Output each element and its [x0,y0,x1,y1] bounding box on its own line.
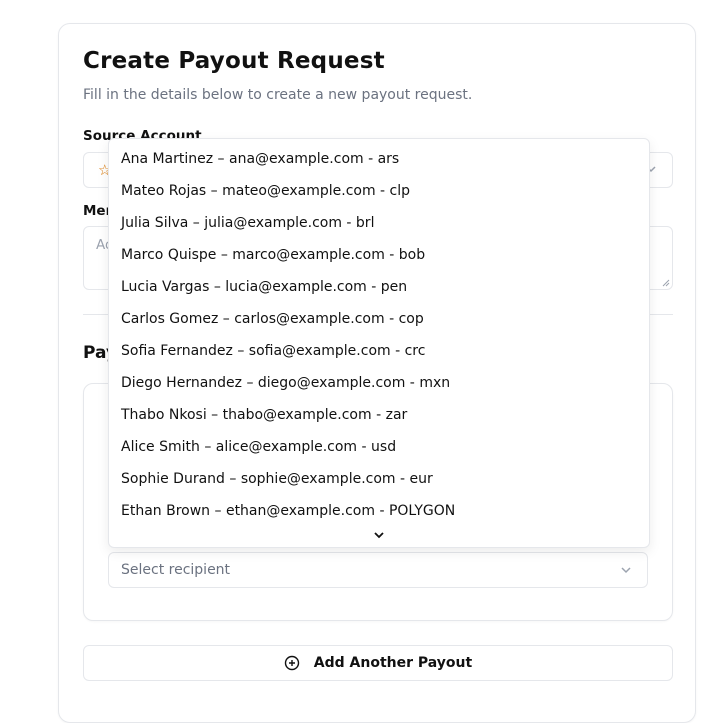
chevron-down-icon [621,567,631,574]
add-another-payout-button[interactable]: Add Another Payout [83,645,673,681]
add-another-payout-label: Add Another Payout [313,655,473,671]
recipient-option[interactable]: Ethan Brown – ethan@example.com - POLYGO… [121,497,455,525]
recipient-select[interactable]: Select recipient [108,552,648,588]
recipient-option[interactable]: Thabo Nkosi – thabo@example.com - zar [121,401,407,429]
recipient-option[interactable]: Diego Hernandez – diego@example.com - mx… [121,369,450,397]
recipient-option[interactable]: Julia Silva – julia@example.com - brl [121,209,374,237]
scroll-down-chevron-icon[interactable] [372,528,386,542]
recipient-option[interactable]: Sophie Durand – sophie@example.com - eur [121,465,433,493]
plus-circle-icon [284,655,299,671]
recipient-option[interactable]: Ana Martinez – ana@example.com - ars [121,145,399,173]
recipient-option[interactable]: Marco Quispe – marco@example.com - bob [121,241,425,269]
recipient-placeholder: Select recipient [121,562,231,578]
page-title: Create Payout Request [83,48,385,74]
recipient-dropdown-list[interactable]: Ana Martinez – ana@example.com - ars Mat… [108,138,650,548]
recipient-option[interactable]: Carlos Gomez – carlos@example.com - cop [121,305,424,333]
recipient-option[interactable]: Mateo Rojas – mateo@example.com - clp [121,177,410,205]
recipient-option[interactable]: Alice Smith – alice@example.com - usd [121,433,396,461]
recipient-option[interactable]: Lucia Vargas – lucia@example.com - pen [121,273,407,301]
resize-handle-icon[interactable] [662,279,670,287]
page-subtitle: Fill in the details below to create a ne… [83,87,473,103]
recipient-option[interactable]: Sofia Fernandez – sofia@example.com - cr… [121,337,425,365]
